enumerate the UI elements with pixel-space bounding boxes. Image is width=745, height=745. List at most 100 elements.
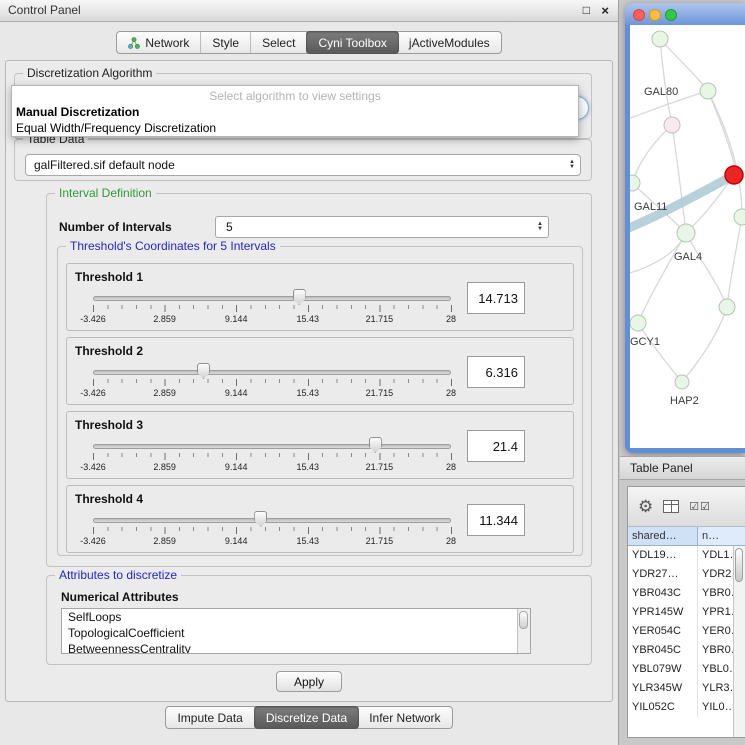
threshold-1-slider[interactable]: -3.4262.8599.14415.4321.71528 (93, 288, 451, 328)
threshold-3-label: Threshold 3 (75, 418, 143, 432)
table-toolbar: ⚙ ☑☑ (628, 487, 745, 527)
slider-thumb[interactable] (254, 511, 267, 527)
network-node-gal80[interactable] (700, 83, 716, 99)
cyni-toolbox-panel: Discretization Algorithm Select algorith… (5, 60, 613, 702)
gear-icon[interactable]: ⚙ (638, 498, 653, 515)
tab-select[interactable]: Select (251, 32, 307, 53)
threshold-3-slider[interactable]: -3.4262.8599.14415.4321.71528 (93, 436, 451, 476)
tab-impute-data[interactable]: Impute Data (166, 707, 254, 728)
node-label-gal4: GAL4 (674, 251, 702, 263)
node-label-gal11: GAL11 (634, 201, 667, 213)
close-icon[interactable]: × (601, 0, 609, 21)
tab-cyni-toolbox[interactable]: Cyni Toolbox (306, 31, 398, 54)
threshold-3-panel: Threshold 3 -3.4262.8599.14415.4321.7152… (66, 411, 574, 479)
table-row[interactable]: YLR345WYLR3… (628, 679, 745, 698)
threshold-1-value[interactable]: 14.713 (467, 282, 525, 314)
slider-thumb[interactable] (293, 289, 306, 305)
slider-thumb[interactable] (197, 363, 210, 379)
tab-discretize-data[interactable]: Discretize Data (254, 706, 359, 729)
threshold-4-value[interactable]: 11.344 (467, 504, 525, 536)
interval-definition-group: Interval Definition Number of Intervals … (46, 193, 592, 567)
scrollbar-thumb[interactable] (735, 548, 743, 582)
table-scrollbar[interactable] (733, 546, 745, 738)
threshold-3-value[interactable]: 21.4 (467, 430, 525, 462)
threshold-2-slider[interactable]: -3.4262.8599.14415.4321.71528 (93, 362, 451, 402)
tab-infer-network[interactable]: Infer Network (358, 707, 451, 728)
table-row[interactable]: YBR045CYBR0… (628, 641, 745, 660)
network-node[interactable] (664, 117, 680, 133)
numerical-attributes-list: SelfLoops TopologicalCoefficient Between… (61, 608, 531, 654)
screen: Control Panel □ × Network Style Select (0, 0, 745, 745)
table-data-combobox[interactable]: galFiltered.sif default node ▲▼ (25, 154, 581, 176)
node-label-hap2: HAP2 (670, 395, 699, 407)
table-row[interactable]: YBR043CYBR0… (628, 584, 745, 603)
scrollbar-thumb[interactable] (519, 611, 528, 629)
table-row[interactable]: YER054CYER0… (628, 622, 745, 641)
select-rows-icons[interactable]: ☑☑ (689, 500, 711, 513)
zoom-traffic-light[interactable] (665, 9, 677, 21)
combobox-arrows-icon: ▲▼ (569, 160, 575, 170)
slider-track (93, 296, 451, 301)
close-traffic-light[interactable] (633, 9, 645, 21)
control-panel-tabbar: Network Style Select Cyni Toolbox jActiv… (0, 31, 618, 54)
table-row[interactable]: YBL079WYBL0… (628, 660, 745, 679)
slider-track (93, 518, 451, 523)
threshold-1-label: Threshold 1 (75, 270, 143, 284)
list-item-topologicalcoefficient[interactable]: TopologicalCoefficient (62, 625, 530, 641)
apply-button[interactable]: Apply (276, 671, 342, 692)
network-node-highlighted[interactable] (725, 166, 743, 184)
group-title: Threshold's Coordinates for 5 Intervals (66, 239, 280, 253)
cyni-mode-tabbar: Impute Data Discretize Data Infer Networ… (0, 706, 618, 729)
tab-style[interactable]: Style (201, 32, 251, 53)
tab-jactivemodules[interactable]: jActiveModules (398, 32, 501, 53)
threshold-4-label: Threshold 4 (75, 492, 143, 506)
tab-network-label: Network (145, 36, 189, 50)
control-panel-titlebar: Control Panel □ × (0, 0, 618, 22)
table-row[interactable]: YPR145WYPR1… (628, 603, 745, 622)
algorithm-placeholder: Select algorithm to view settings (12, 88, 578, 104)
column-header-shared-name[interactable]: shared… (628, 527, 698, 545)
slider-scale: -3.4262.8599.14415.4321.71528 (93, 536, 451, 546)
list-item-selfloops[interactable]: SelfLoops (62, 609, 530, 625)
list-scrollbar[interactable] (517, 609, 530, 653)
slider-track (93, 444, 451, 449)
network-node-hap2[interactable] (675, 375, 689, 389)
network-node[interactable] (719, 299, 735, 315)
threshold-4-panel: Threshold 4 -3.4262.8599.14415.4321.7152… (66, 485, 574, 553)
columns-icon[interactable] (663, 500, 679, 513)
table-panel-titlebar: Table Panel (620, 456, 745, 480)
network-window-titlebar (625, 3, 745, 25)
number-of-intervals-value: 5 (226, 220, 233, 234)
network-view-window: GAL80 GAL11 GAL4 GCY1 HAP2 (625, 3, 745, 453)
table-row[interactable]: YDL19…YDL1… (628, 546, 745, 565)
spinner-arrows-icon: ▲▼ (537, 222, 543, 232)
table-row[interactable]: YIL052CYIL0… (628, 698, 745, 717)
network-node-gal4[interactable] (677, 224, 695, 242)
table-data-group: Table Data galFiltered.sif default node … (14, 139, 592, 181)
node-label-gcy1: GCY1 (630, 336, 660, 348)
network-node[interactable] (652, 31, 668, 47)
threshold-4-slider[interactable]: -3.4262.8599.14415.4321.71528 (93, 510, 451, 550)
group-title: Interval Definition (55, 186, 156, 200)
thresholds-coordinates-group: Threshold's Coordinates for 5 Intervals … (57, 246, 583, 556)
table-body: YDL19…YDL1… YDR27…YDR2… YBR043CYBR0… YPR… (628, 546, 745, 738)
table-panel-title: Table Panel (630, 461, 693, 475)
number-of-intervals-spinner[interactable]: 5 ▲▼ (215, 216, 549, 238)
slider-scale: -3.4262.8599.14415.4321.71528 (93, 388, 451, 398)
list-item-betweennesscentrality[interactable]: BetweennessCentrality (62, 641, 530, 654)
network-node[interactable] (734, 209, 745, 225)
table-row[interactable]: YDR27…YDR2… (628, 565, 745, 584)
network-canvas[interactable]: GAL80 GAL11 GAL4 GCY1 HAP2 (630, 25, 745, 448)
menu-item-manual-discretization[interactable]: Manual Discretization (12, 104, 578, 120)
tab-network[interactable]: Network (117, 32, 201, 53)
slider-thumb[interactable] (369, 437, 382, 453)
threshold-2-value[interactable]: 6.316 (467, 356, 525, 388)
minimize-traffic-light[interactable] (649, 9, 661, 21)
column-header-name[interactable]: n… (698, 527, 745, 545)
control-panel-window: Control Panel □ × Network Style Select (0, 0, 619, 745)
network-node-gcy1[interactable] (630, 315, 646, 331)
table-header-row: shared… n… (628, 527, 745, 546)
menu-item-equal-width-frequency[interactable]: Equal Width/Frequency Discretization (12, 120, 578, 136)
table-panel: ⚙ ☑☑ shared… n… YDL19…YDL1… YDR27…YDR2… … (627, 486, 745, 738)
float-window-icon[interactable]: □ (583, 0, 590, 21)
